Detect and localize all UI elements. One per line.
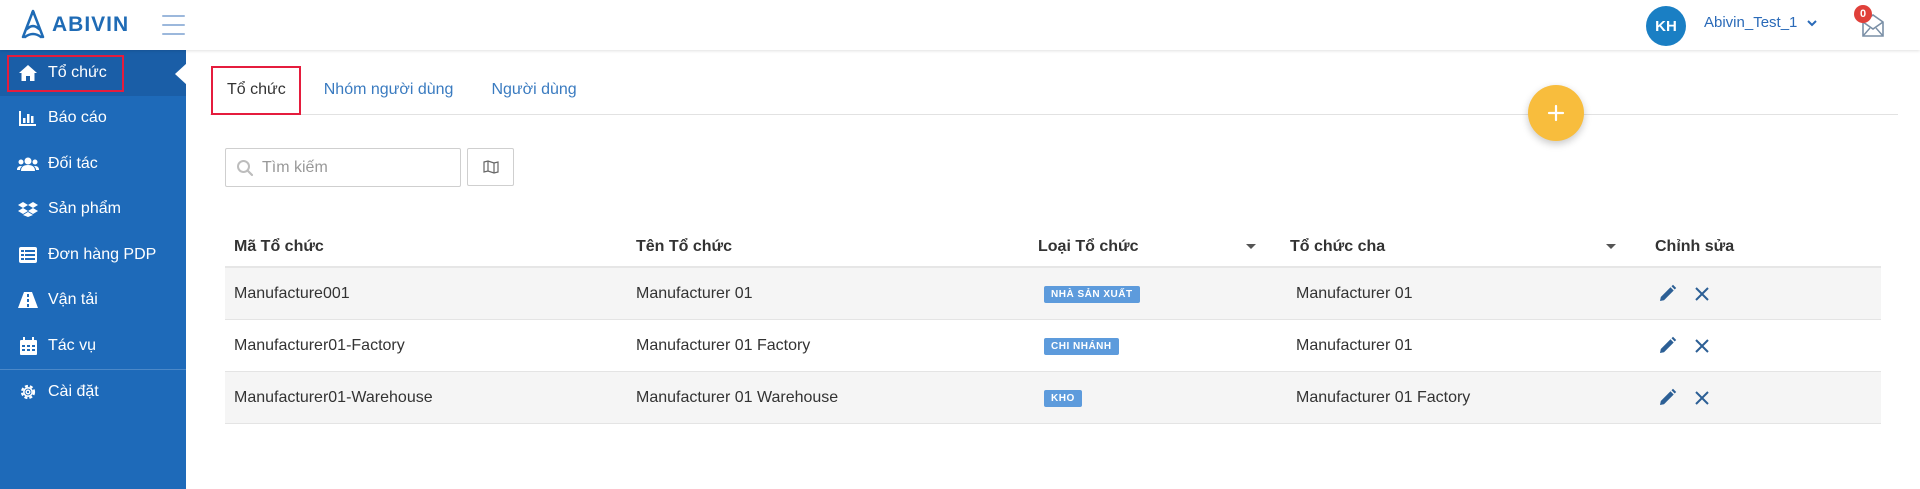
sidebar-item-tac-vu[interactable]: Tác vụ bbox=[0, 323, 186, 369]
plus-icon bbox=[1547, 104, 1565, 122]
search-input[interactable] bbox=[262, 158, 452, 177]
map-view-button[interactable] bbox=[467, 148, 514, 186]
search-box bbox=[225, 148, 461, 187]
delete-close-icon[interactable] bbox=[1690, 386, 1714, 410]
table-row: Manufacturer01-Warehouse Manufacturer 01… bbox=[225, 372, 1881, 424]
cell-parent: Manufacturer 01 bbox=[1296, 337, 1413, 354]
list-icon bbox=[17, 244, 39, 266]
sidebar-item-don-hang-pdp[interactable]: Đơn hàng PDP bbox=[0, 232, 186, 278]
notification-badge: 0 bbox=[1854, 5, 1872, 23]
sidebar-item-van-tai[interactable]: Vận tải bbox=[0, 278, 186, 324]
edit-pencil-icon[interactable] bbox=[1655, 282, 1679, 306]
sidebar-item-label: Tổ chức bbox=[48, 63, 107, 81]
sidebar-item-label: Đơn hàng PDP bbox=[48, 245, 157, 263]
tab-nhom-nguoi-dung[interactable]: Nhóm người dùng bbox=[307, 66, 471, 114]
sidebar-item-label: Sản phẩm bbox=[48, 200, 121, 218]
sidebar-item-to-chuc[interactable]: Tổ chức bbox=[0, 50, 187, 96]
type-badge: KHO bbox=[1044, 389, 1082, 407]
top-header: ABIVIN KH Abivin_Test_1 0 bbox=[0, 0, 1920, 50]
type-badge: NHÀ SẢN XUẤT bbox=[1044, 285, 1140, 303]
sidebar-item-cai-dat[interactable]: Cài đặt bbox=[0, 370, 186, 416]
sidebar: Tổ chức Báo cáo Đối tác Sản phẩm Đơn hàn… bbox=[0, 50, 187, 489]
dropbox-icon bbox=[17, 198, 39, 220]
cell-name: Manufacturer 01 bbox=[636, 285, 753, 302]
column-header-type[interactable]: Loại Tổ chức bbox=[1038, 226, 1138, 268]
type-filter-caret-icon[interactable] bbox=[1246, 244, 1256, 249]
tab-bar: Tổ chức Nhóm người dùng Người dùng bbox=[210, 66, 1898, 115]
column-header-code: Mã Tổ chức bbox=[234, 238, 324, 255]
calendar-icon bbox=[17, 335, 39, 357]
road-icon bbox=[17, 289, 39, 311]
column-header-edit: Chỉnh sửa bbox=[1655, 238, 1735, 255]
sidebar-item-label: Tác vụ bbox=[48, 336, 97, 354]
cell-parent: Manufacturer 01 bbox=[1296, 285, 1413, 302]
column-header-name: Tên Tổ chức bbox=[636, 238, 733, 255]
cell-code: Manufacture001 bbox=[234, 285, 350, 302]
add-organization-button[interactable] bbox=[1528, 85, 1584, 141]
map-icon bbox=[482, 160, 499, 174]
edit-pencil-icon[interactable] bbox=[1655, 334, 1679, 358]
cell-name: Manufacturer 01 Warehouse bbox=[636, 389, 839, 406]
edit-pencil-icon[interactable] bbox=[1655, 386, 1679, 410]
table-row: Manufacture001 Manufacturer 01 NHÀ SẢN X… bbox=[225, 268, 1881, 320]
tab-nguoi-dung[interactable]: Người dùng bbox=[474, 66, 593, 114]
sidebar-item-label: Vận tải bbox=[48, 291, 98, 309]
gear-icon bbox=[17, 381, 39, 403]
table-row: Manufacturer01-Factory Manufacturer 01 F… bbox=[225, 320, 1881, 372]
cell-name: Manufacturer 01 Factory bbox=[636, 337, 811, 354]
sidebar-item-label: Cài đặt bbox=[48, 383, 99, 401]
avatar[interactable]: KH bbox=[1646, 6, 1686, 46]
delete-close-icon[interactable] bbox=[1690, 282, 1714, 306]
brand-name: ABIVIN bbox=[52, 13, 130, 36]
table-header: Mã Tổ chức Tên Tổ chức Loại Tổ chức Tổ c… bbox=[225, 226, 1881, 268]
type-badge: CHI NHÁNH bbox=[1044, 337, 1119, 355]
cell-code: Manufacturer01-Warehouse bbox=[234, 389, 433, 406]
sidebar-item-san-pham[interactable]: Sản phẩm bbox=[0, 187, 186, 233]
user-menu[interactable]: Abivin_Test_1 bbox=[1704, 14, 1819, 31]
home-icon bbox=[17, 62, 39, 84]
search-icon bbox=[237, 159, 254, 176]
sidebar-item-label: Đối tác bbox=[48, 154, 98, 172]
brand-logo[interactable]: ABIVIN bbox=[20, 6, 129, 44]
tab-to-chuc[interactable]: Tổ chức bbox=[210, 66, 303, 114]
users-icon bbox=[17, 153, 39, 175]
cell-parent: Manufacturer 01 Factory bbox=[1296, 389, 1471, 406]
sidebar-item-bao-cao[interactable]: Báo cáo bbox=[0, 96, 186, 142]
abivin-logo-icon bbox=[21, 9, 45, 39]
bar-chart-icon bbox=[17, 107, 39, 129]
sidebar-item-label: Báo cáo bbox=[48, 109, 107, 127]
organization-table: Mã Tổ chức Tên Tổ chức Loại Tổ chức Tổ c… bbox=[225, 226, 1881, 424]
parent-filter-caret-icon[interactable] bbox=[1606, 244, 1616, 249]
column-header-parent[interactable]: Tổ chức cha bbox=[1290, 226, 1385, 268]
sidebar-item-doi-tac[interactable]: Đối tác bbox=[0, 141, 186, 187]
username-label: Abivin_Test_1 bbox=[1704, 14, 1798, 31]
cell-code: Manufacturer01-Factory bbox=[234, 337, 405, 354]
delete-close-icon[interactable] bbox=[1690, 334, 1714, 358]
chevron-down-icon bbox=[1807, 19, 1818, 26]
menu-toggle-icon[interactable] bbox=[162, 15, 185, 35]
